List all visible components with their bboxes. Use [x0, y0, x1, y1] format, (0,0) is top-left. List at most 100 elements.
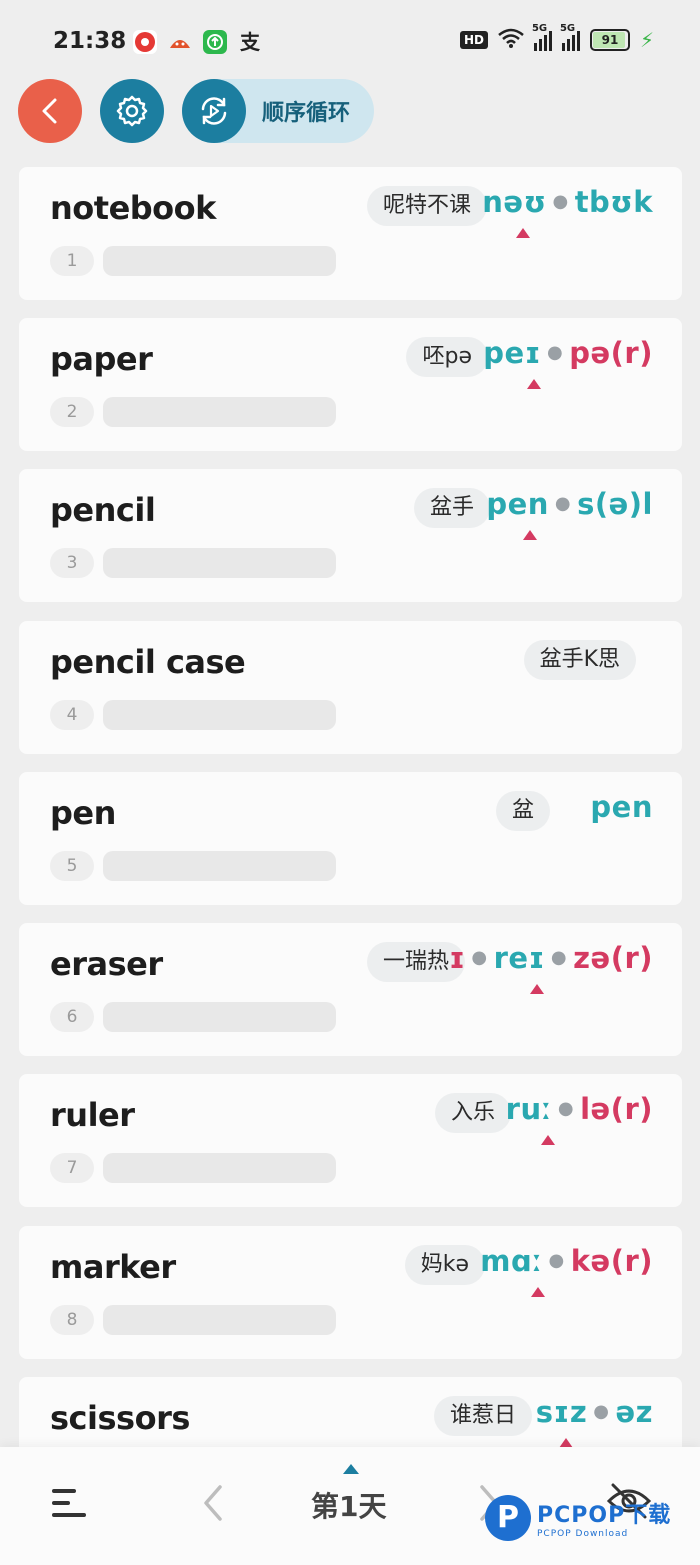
- word-text: pen: [50, 794, 116, 832]
- charging-icon: ⚡: [639, 28, 654, 52]
- syllable: mɑː: [480, 1244, 543, 1278]
- wifi-icon: [498, 28, 524, 52]
- meaning-placeholder[interactable]: [103, 700, 336, 730]
- status-time: 21:38: [53, 28, 127, 54]
- pronunciation-hint[interactable]: 妈kə: [404, 1245, 485, 1285]
- word-text: paper: [50, 340, 153, 378]
- pronunciation-hint[interactable]: 盆手: [413, 488, 490, 528]
- pronunciation-hint[interactable]: 呢特不课: [366, 186, 487, 226]
- loop-play-button[interactable]: [182, 79, 246, 143]
- signal-icon-2: 5G: [560, 23, 580, 51]
- word-text: scissors: [50, 1399, 190, 1437]
- word-number: 4: [50, 700, 94, 730]
- syllable: əz: [615, 1395, 653, 1429]
- syllable-separator: ●: [593, 1401, 610, 1422]
- phonetic-syllables[interactable]: pen: [590, 790, 653, 824]
- watermark-main: PCPOP下载: [537, 1503, 672, 1528]
- syllable: lə(r): [580, 1092, 653, 1126]
- status-indicators: HD 5G 5G 91 ⚡: [459, 23, 654, 52]
- meaning-placeholder[interactable]: [103, 1305, 336, 1335]
- day-label[interactable]: 第1天: [311, 1485, 386, 1525]
- menu-button[interactable]: [50, 1487, 88, 1523]
- alipay-icon: 支: [240, 30, 260, 54]
- pcpop-logo-icon: P: [485, 1495, 531, 1541]
- word-card[interactable]: pencil 3 盆手 pen ● s(ə)l: [19, 469, 682, 602]
- app-orange-icon: [168, 30, 192, 54]
- word-card[interactable]: paper 2 呸pə peɪ ● pə(r): [19, 318, 682, 451]
- syllable: kə(r): [570, 1244, 653, 1278]
- back-button[interactable]: [18, 79, 82, 143]
- word-card[interactable]: pencil case 4 盆手K思: [19, 621, 682, 754]
- signal-icon: 5G: [532, 23, 552, 51]
- phonetic-syllables[interactable]: pen ● s(ə)l: [486, 487, 653, 521]
- word-number: 1: [50, 246, 94, 276]
- pronunciation-hint[interactable]: 呸pə: [406, 337, 488, 377]
- syllable: pen: [590, 790, 653, 824]
- stress-marker-icon: [541, 1135, 555, 1145]
- chevron-left-icon: [204, 1485, 222, 1521]
- meaning-placeholder[interactable]: [103, 397, 336, 427]
- syllable: sɪz: [535, 1395, 588, 1429]
- meaning-placeholder[interactable]: [103, 1002, 336, 1032]
- phonetic-syllables[interactable]: nəʊ ● tbʊk: [482, 185, 653, 219]
- bottom-nav: 第1天 P PCPOP下载 PCPOP Download: [0, 1447, 700, 1565]
- stress-marker-icon: [523, 530, 537, 540]
- word-text: marker: [50, 1248, 176, 1286]
- word-number: 6: [50, 1002, 94, 1032]
- top-toolbar: 顺序循环: [18, 79, 375, 143]
- phonetic-syllables[interactable]: ruː ● lə(r): [506, 1092, 653, 1126]
- word-number: 7: [50, 1153, 94, 1183]
- syllable-separator: ●: [547, 342, 564, 363]
- gear-icon: [116, 95, 148, 127]
- syllable: ruː: [505, 1092, 552, 1126]
- syllable: peɪ: [483, 336, 542, 370]
- syllable: ɪ: [449, 941, 466, 975]
- word-number: 5: [50, 851, 94, 881]
- meaning-placeholder[interactable]: [103, 548, 336, 578]
- battery-icon: 91: [589, 29, 630, 51]
- menu-icon: [52, 1489, 86, 1517]
- prev-day-button[interactable]: [200, 1483, 228, 1527]
- word-card[interactable]: ruler 7 入乐 ruː ● lə(r): [19, 1074, 682, 1207]
- hd-badge: HD: [459, 31, 488, 49]
- word-text: pencil: [50, 491, 156, 529]
- word-card[interactable]: pen 5 盆 pen: [19, 772, 682, 905]
- syllable: pə(r): [569, 336, 653, 370]
- pronunciation-hint[interactable]: 谁惹日: [433, 1396, 532, 1436]
- meaning-placeholder[interactable]: [103, 1153, 336, 1183]
- watermark: P PCPOP下载 PCPOP Download: [485, 1495, 671, 1541]
- pronunciation-hint[interactable]: 盆手K思: [523, 640, 636, 680]
- meaning-placeholder[interactable]: [103, 851, 336, 881]
- playback-mode-toggle[interactable]: 顺序循环: [182, 79, 375, 143]
- syllable: tbʊk: [574, 185, 653, 219]
- pronunciation-hint[interactable]: 盆: [495, 791, 550, 831]
- syllable-separator: ●: [554, 493, 572, 514]
- word-card[interactable]: notebook 1 呢特不课 nəʊ ● tbʊk: [19, 167, 682, 300]
- syllable-separator: ●: [550, 947, 568, 968]
- pronunciation-hint[interactable]: 入乐: [434, 1093, 511, 1133]
- syllable: nəʊ: [482, 185, 547, 219]
- phonetic-syllables[interactable]: sɪz ● əz: [536, 1395, 653, 1429]
- settings-button[interactable]: [100, 79, 164, 143]
- word-number: 8: [50, 1305, 94, 1335]
- word-number: 2: [50, 397, 94, 427]
- word-text: pencil case: [50, 643, 246, 681]
- word-card[interactable]: eraser 6 一瑞热 ɪ ● reɪ ● zə(r): [19, 923, 682, 1056]
- status-bar: 21:38 支 HD 5G 5G 91 ⚡: [0, 0, 700, 80]
- stress-marker-icon: [531, 1287, 545, 1297]
- syllable-separator: ●: [471, 947, 488, 968]
- chevron-left-icon: [42, 98, 57, 124]
- phonetic-syllables[interactable]: mɑː ● kə(r): [480, 1244, 653, 1278]
- syllable: reɪ: [493, 941, 545, 975]
- phonetic-syllables[interactable]: peɪ ● pə(r): [483, 336, 653, 370]
- word-card[interactable]: marker 8 妈kə mɑː ● kə(r): [19, 1226, 682, 1359]
- syllable-separator: ●: [548, 1250, 565, 1271]
- stress-marker-icon: [527, 379, 541, 389]
- word-text: eraser: [50, 945, 163, 983]
- word-text: ruler: [50, 1096, 135, 1134]
- syllable: zə(r): [573, 941, 653, 975]
- meaning-placeholder[interactable]: [103, 246, 336, 276]
- syllable-separator: ●: [552, 191, 569, 212]
- day-caret-icon: [343, 1464, 359, 1474]
- phonetic-syllables[interactable]: ɪ ● reɪ ● zə(r): [449, 941, 653, 975]
